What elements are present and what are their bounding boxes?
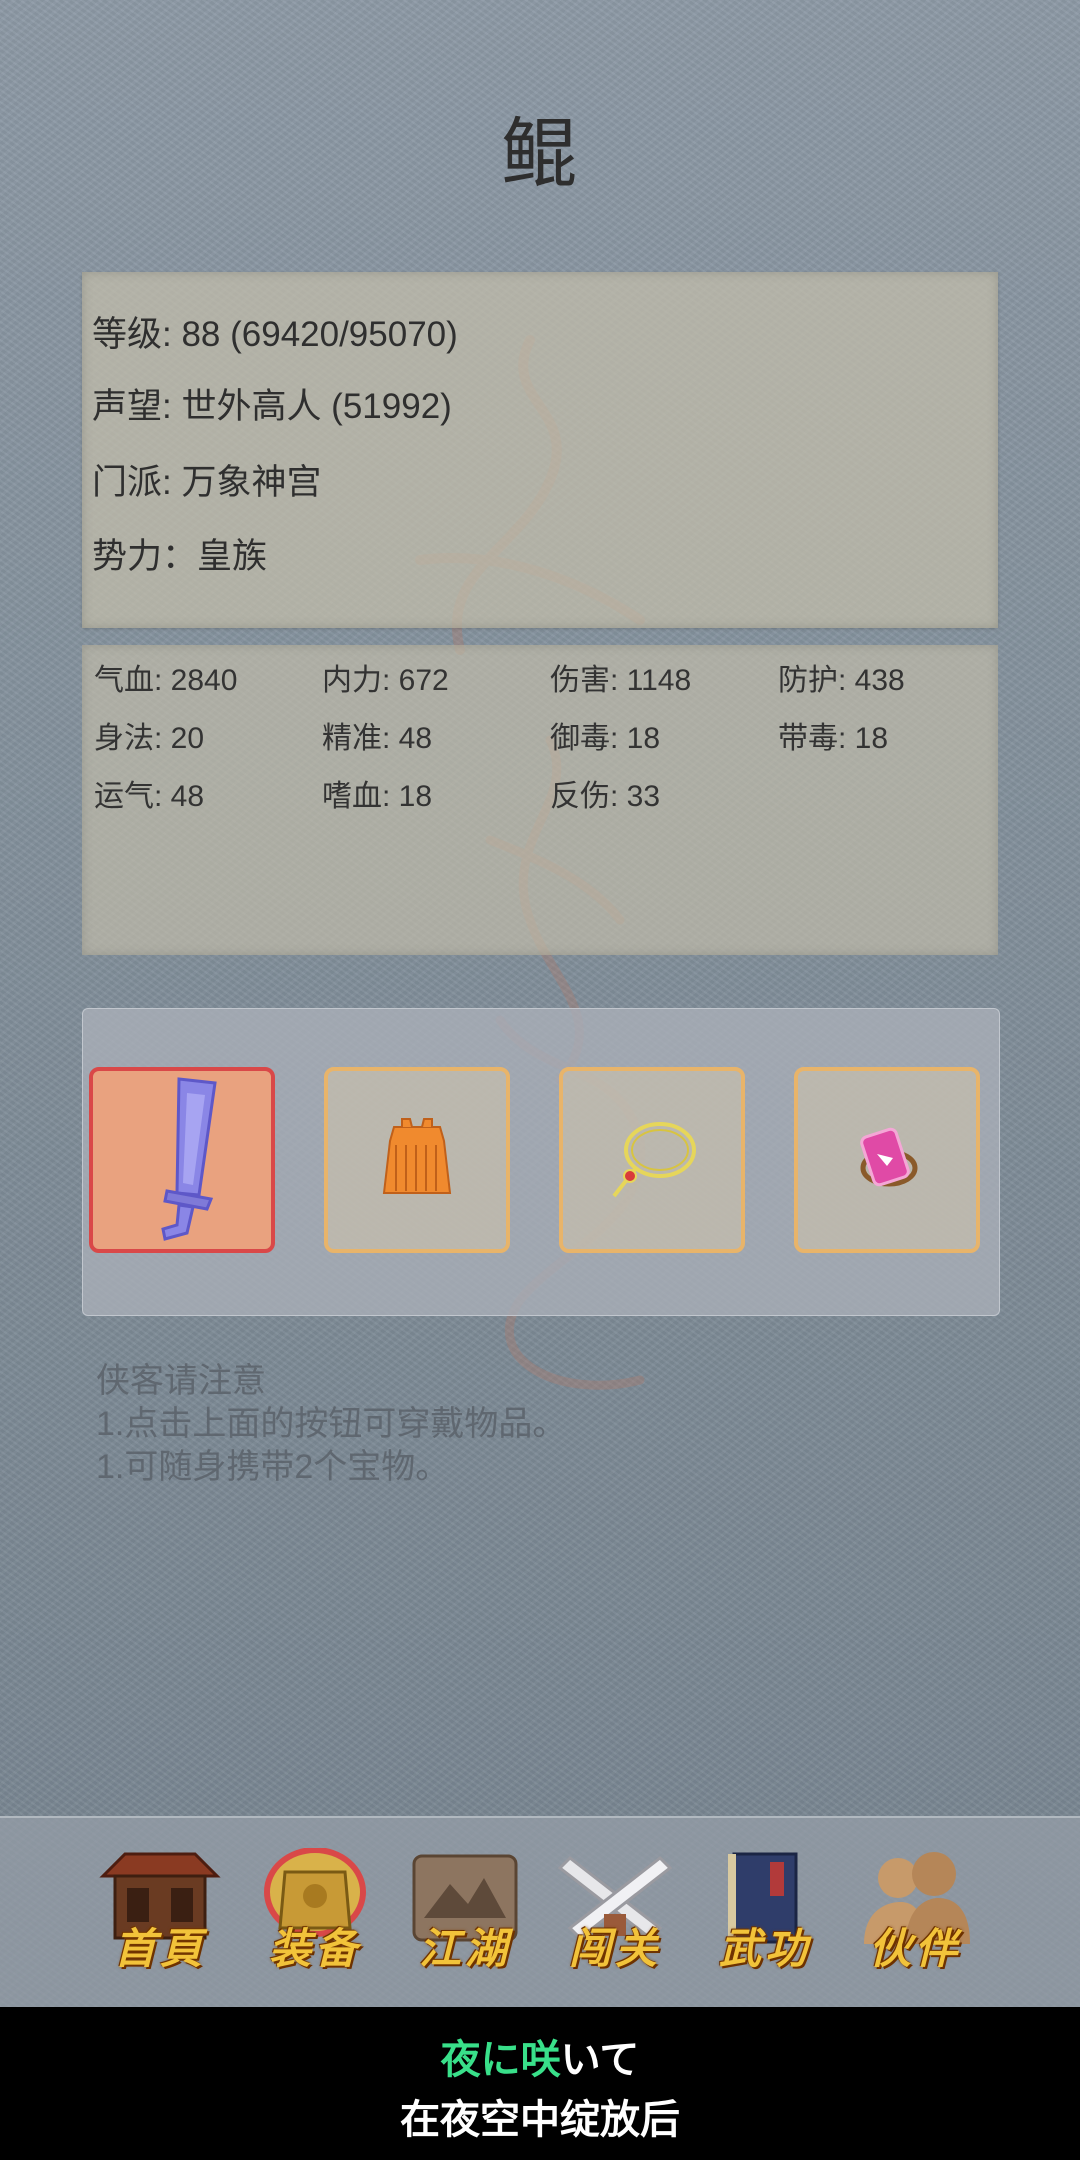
nav-martial-arts-label: 武功 xyxy=(718,1924,811,1973)
nav-home-label: 首頁 xyxy=(113,1924,206,1973)
equip-slot-ring[interactable] xyxy=(794,1067,980,1253)
attributes-panel: 气血: 2840 内力: 672 伤害: 1148 防护: 438 身法: 20… xyxy=(82,645,998,955)
subtitle-line-2: 在夜空中绽放后 xyxy=(400,2098,680,2142)
level-text: 等级: 88 (69420/95070) xyxy=(92,315,458,354)
notice-text: 侠客请注意 1.点击上面的按钮可穿戴物品。 1.可随身携带2个宝物。 xyxy=(96,1360,566,1489)
necklace-icon xyxy=(612,1122,696,1198)
lyrics-subtitle: 夜に咲いて 在夜空中绽放后 xyxy=(0,2007,1080,2160)
equipment-panel xyxy=(82,1008,1000,1316)
notice-line-2: 1.可随身携带2个宝物。 xyxy=(96,1448,450,1486)
stat-luck: 运气: 48 xyxy=(94,780,205,813)
stat-hp: 气血: 2840 xyxy=(94,664,238,697)
equip-slot-armor[interactable] xyxy=(324,1067,510,1253)
nav-companions[interactable]: 伙伴 xyxy=(850,1848,980,1978)
sword-icon xyxy=(161,1077,217,1241)
stat-agility: 身法: 20 xyxy=(94,722,205,755)
subtitle-highlight-a: 夜に xyxy=(440,2038,521,2082)
stat-defense: 防护: 438 xyxy=(778,664,905,697)
nav-martial-arts[interactable]: 武功 xyxy=(700,1848,830,1978)
notice-title: 侠客请注意 xyxy=(96,1362,266,1400)
armor-icon xyxy=(382,1118,452,1194)
character-info-panel: 等级: 88 (69420/95070) 声望: 世外高人 (51992) 门派… xyxy=(82,272,998,628)
character-name: 鲲 xyxy=(501,112,579,197)
reputation-text: 声望: 世外高人 (51992) xyxy=(92,387,452,426)
stat-poison-resist: 御毒: 18 xyxy=(550,722,661,755)
notice-line-1: 1.点击上面的按钮可穿戴物品。 xyxy=(96,1405,567,1443)
subtitle-rest: いて xyxy=(560,2038,640,2082)
faction-text: 势力：皇族 xyxy=(92,537,268,576)
stat-poison: 带毒: 18 xyxy=(778,722,889,755)
subtitle-highlight-b: 咲 xyxy=(520,2038,561,2082)
equip-slot-necklace[interactable] xyxy=(559,1067,745,1253)
nav-home[interactable]: 首頁 xyxy=(95,1848,225,1978)
sect-text: 门派: 万象神宫 xyxy=(92,463,322,502)
stat-internal-power: 内力: 672 xyxy=(322,664,449,697)
subtitle-line-1: 夜に咲いて xyxy=(0,2027,1080,2085)
nav-challenge[interactable]: 闯关 xyxy=(550,1848,680,1978)
stat-bloodthirst: 嗜血: 18 xyxy=(322,780,433,813)
stat-reflect: 反伤: 33 xyxy=(550,780,661,813)
nav-jianghu-label: 江湖 xyxy=(418,1924,511,1973)
nav-jianghu[interactable]: 江湖 xyxy=(400,1848,530,1978)
nav-challenge-label: 闯关 xyxy=(568,1924,661,1973)
bottom-nav: 首頁 装备 江湖 闯关 武功 伙伴 xyxy=(0,1816,1080,2008)
ring-icon xyxy=(860,1127,918,1187)
nav-companions-label: 伙伴 xyxy=(868,1924,961,1973)
stat-accuracy: 精准: 48 xyxy=(322,722,433,755)
stat-damage: 伤害: 1148 xyxy=(550,664,692,697)
equip-slot-weapon[interactable] xyxy=(89,1067,275,1253)
nav-equipment[interactable]: 装备 xyxy=(250,1847,380,1978)
nav-equipment-label: 装备 xyxy=(268,1924,361,1973)
